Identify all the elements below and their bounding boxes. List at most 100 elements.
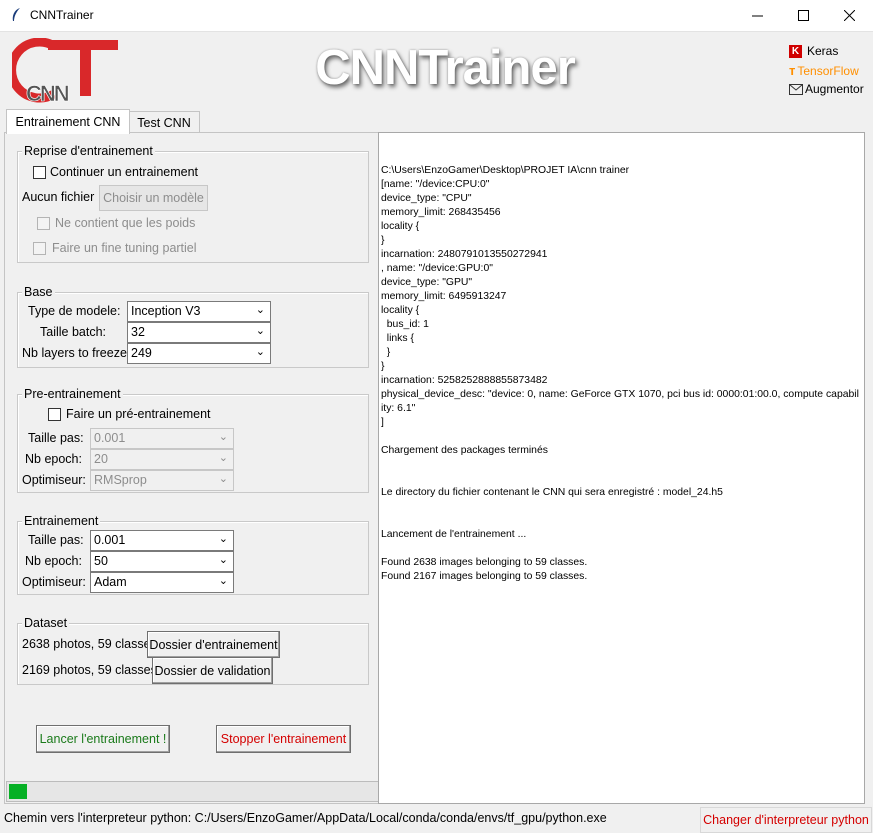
augmentor-icon bbox=[789, 83, 803, 95]
pre-training-legend: Pre-entrainement bbox=[22, 387, 123, 401]
chevron-down-icon: ⌄ bbox=[218, 575, 228, 587]
console-line: memory_limit: 6495913247 bbox=[381, 291, 507, 302]
train-step-label: Taille pas: bbox=[28, 533, 84, 547]
val-dataset-count: 2169 photos, 59 classes bbox=[22, 663, 157, 677]
pre-training-checkbox[interactable] bbox=[48, 408, 61, 421]
model-type-label: Type de modele: bbox=[28, 304, 121, 318]
dataset-legend: Dataset bbox=[22, 616, 70, 630]
console-line: physical_device_desc: "device: 0, name: … bbox=[381, 389, 859, 414]
console-line: Le directory du fichier contenant le CNN… bbox=[381, 487, 723, 498]
batch-size-label: Taille batch: bbox=[40, 325, 107, 339]
logo-letters: CNN bbox=[26, 81, 69, 104]
console-line: incarnation: 5258252888855873482 bbox=[381, 375, 548, 386]
console-line: } bbox=[381, 347, 391, 358]
close-icon bbox=[843, 10, 855, 21]
pre-optimizer-value: RMSprop bbox=[94, 473, 147, 487]
app-banner-title: CNNTrainer bbox=[315, 41, 576, 95]
console-line: bus_id: 1 bbox=[381, 319, 429, 330]
choose-model-button[interactable]: Choisir un modèle bbox=[99, 185, 208, 211]
fine-tuning-label: Faire un fine tuning partiel bbox=[52, 241, 197, 255]
validation-folder-button[interactable]: Dossier de validation bbox=[152, 657, 273, 684]
train-epoch-label: Nb epoch: bbox=[25, 554, 82, 568]
chevron-down-icon: ⌄ bbox=[255, 304, 265, 316]
chevron-down-icon: ⌄ bbox=[218, 452, 228, 464]
console-line: Found 2638 images belonging to 59 classe… bbox=[381, 557, 588, 568]
chevron-down-icon: ⌄ bbox=[218, 533, 228, 545]
console-line: device_type: "CPU" bbox=[381, 193, 472, 204]
start-training-button[interactable]: Lancer l'entrainement ! bbox=[36, 725, 170, 753]
console-line: } bbox=[381, 361, 385, 372]
keras-label: Keras bbox=[807, 44, 839, 58]
train-optimizer-select[interactable]: Adam ⌄ bbox=[90, 572, 234, 593]
chevron-down-icon: ⌄ bbox=[218, 554, 228, 566]
console-line: device_type: "GPU" bbox=[381, 277, 473, 288]
train-epoch-select[interactable]: 50 ⌄ bbox=[90, 551, 234, 572]
console-line: Lancement de l'entrainement ... bbox=[381, 529, 527, 540]
console-line: locality { bbox=[381, 221, 420, 232]
pre-step-select[interactable]: 0.001 ⌄ bbox=[90, 428, 234, 449]
train-dataset-count: 2638 photos, 59 classes bbox=[22, 637, 157, 651]
train-optimizer-label: Optimiseur: bbox=[22, 575, 86, 589]
change-interpreter-button[interactable]: Changer d'interpreteur python bbox=[700, 807, 872, 833]
console-line: memory_limit: 268435456 bbox=[381, 207, 501, 218]
console-line: incarnation: 2480791013550272941 bbox=[381, 249, 548, 260]
pre-training-checkbox-label: Faire un pré-entrainement bbox=[66, 407, 211, 421]
feather-icon bbox=[12, 8, 20, 21]
training-progress-bar bbox=[6, 781, 380, 802]
console-line: , name: "/device:GPU:0" bbox=[381, 263, 493, 274]
maximize-icon bbox=[797, 10, 809, 21]
pre-epoch-value: 20 bbox=[94, 452, 108, 466]
minimize-button[interactable] bbox=[734, 0, 780, 31]
fine-tuning-checkbox[interactable] bbox=[33, 242, 46, 255]
layers-freeze-select[interactable]: 249 ⌄ bbox=[127, 343, 271, 364]
keras-icon: K bbox=[789, 44, 802, 58]
tab-test-cnn[interactable]: Test CNN bbox=[128, 111, 200, 133]
tab-entrainement-cnn[interactable]: Entrainement CNN bbox=[6, 109, 130, 134]
train-folder-button[interactable]: Dossier d'entrainement bbox=[147, 631, 280, 658]
tensorflow-icon: ᴛ bbox=[789, 63, 796, 78]
model-type-select[interactable]: Inception V3 ⌄ bbox=[127, 301, 271, 322]
chevron-down-icon: ⌄ bbox=[255, 325, 265, 337]
pre-step-label: Taille pas: bbox=[28, 431, 84, 445]
console-output[interactable]: C:\Users\EnzoGamer\Desktop\PROJET IA\cnn… bbox=[378, 132, 865, 804]
reprise-legend: Reprise d'entrainement bbox=[22, 144, 155, 158]
pre-optimizer-select[interactable]: RMSprop ⌄ bbox=[90, 470, 234, 491]
weights-only-label: Ne contient que les poids bbox=[55, 216, 196, 230]
augmentor-label: Augmentor bbox=[805, 82, 864, 96]
console-line: [name: "/device:CPU:0" bbox=[381, 179, 490, 190]
pre-optimizer-label: Optimiseur: bbox=[22, 473, 86, 487]
chevron-down-icon: ⌄ bbox=[218, 431, 228, 443]
weights-only-checkbox[interactable] bbox=[37, 217, 50, 230]
console-line: ] bbox=[381, 417, 384, 428]
console-line: Found 2167 images belonging to 59 classe… bbox=[381, 571, 588, 582]
pre-epoch-select[interactable]: 20 ⌄ bbox=[90, 449, 234, 470]
maximize-button[interactable] bbox=[780, 0, 826, 31]
console-line: Chargement des packages terminés bbox=[381, 445, 548, 456]
batch-size-value: 32 bbox=[131, 325, 145, 339]
train-epoch-value: 50 bbox=[94, 554, 108, 568]
console-line: links { bbox=[381, 333, 414, 344]
console-line: C:\Users\EnzoGamer\Desktop\PROJET IA\cnn… bbox=[381, 165, 630, 176]
train-step-select[interactable]: 0.001 ⌄ bbox=[90, 530, 234, 551]
batch-size-select[interactable]: 32 ⌄ bbox=[127, 322, 271, 343]
continue-training-checkbox[interactable] bbox=[33, 166, 46, 179]
interpreter-path-label: Chemin vers l'interpreteur python: C:/Us… bbox=[4, 811, 607, 825]
continue-training-label: Continuer un entrainement bbox=[50, 165, 199, 179]
layers-freeze-value: 249 bbox=[131, 346, 152, 360]
layers-freeze-label: Nb layers to freeze: bbox=[22, 346, 131, 360]
close-button[interactable] bbox=[826, 0, 872, 31]
model-type-value: Inception V3 bbox=[131, 304, 201, 318]
keras-brand: K Keras bbox=[789, 44, 838, 58]
cnn-logo: CNN bbox=[7, 37, 120, 106]
progress-fill bbox=[9, 784, 27, 799]
window-title: CNNTrainer bbox=[30, 8, 94, 22]
tensorflow-label: TensorFlow bbox=[797, 63, 859, 78]
file-status-label: Aucun fichier bbox=[22, 190, 95, 204]
window-title-bar: CNNTrainer bbox=[0, 0, 873, 32]
stop-training-button[interactable]: Stopper l'entrainement bbox=[216, 725, 351, 753]
